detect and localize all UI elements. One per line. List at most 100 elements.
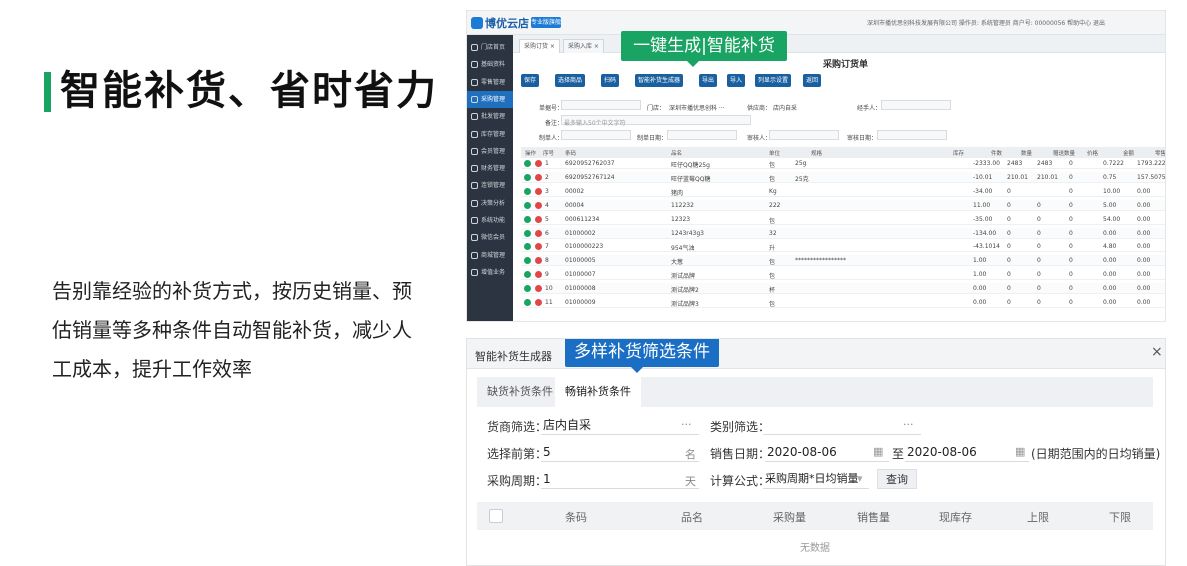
smart-replenish-button[interactable]: 智能补货生成器 [635, 74, 684, 87]
col-lower-limit[interactable]: 下限 [1109, 509, 1131, 525]
table-row[interactable]: 8 01000005 大葱 包 ***************** 1.00 0 0 0 0.00… [521, 255, 1165, 267]
add-row-icon[interactable] [524, 243, 531, 251]
query-button[interactable]: 查询 [877, 469, 917, 489]
sidebar-item-0[interactable]: 门店首页 [467, 39, 513, 56]
add-row-icon[interactable] [524, 187, 531, 195]
chevron-down-icon[interactable]: ▾ [857, 472, 863, 485]
col-name[interactable]: 品名 [681, 509, 703, 525]
sidebar-item-11[interactable]: 微信会员 [467, 229, 513, 246]
tab-bestseller-conditions[interactable]: 畅销补货条件 [555, 377, 641, 407]
calendar-icon[interactable]: ▦ [873, 445, 883, 458]
supplier-more-icon[interactable]: ··· [681, 418, 692, 431]
category-more-icon[interactable]: ··· [903, 418, 914, 431]
import-button[interactable]: 导入 [727, 74, 746, 87]
sidebar-item-6[interactable]: 会员管理 [467, 143, 513, 160]
period-input[interactable]: 1 [541, 469, 699, 489]
column-settings-button[interactable]: 列显示设置 [755, 74, 792, 87]
add-row-icon[interactable] [524, 229, 531, 237]
sidebar-item-10[interactable]: 系统功能 [467, 212, 513, 229]
export-button[interactable]: 导出 [699, 74, 718, 87]
col-header[interactable]: 件数 [991, 149, 1002, 157]
add-row-icon[interactable] [524, 160, 531, 167]
add-row-icon[interactable] [524, 173, 531, 181]
table-row[interactable]: 5 000611234 12323 包 -35.00 0 0 0 54.00 0.00 [521, 214, 1165, 225]
order-no-field[interactable] [561, 100, 641, 110]
date-from-input[interactable]: 2020-08-06 [765, 442, 889, 462]
add-row-icon[interactable] [524, 257, 531, 265]
add-row-icon[interactable] [524, 215, 531, 223]
add-row-icon[interactable] [524, 271, 531, 279]
add-row-icon[interactable] [524, 285, 531, 293]
col-header[interactable]: 单位 [769, 149, 780, 157]
supplier-filter-input[interactable]: 店内自采 [541, 415, 699, 435]
col-header[interactable]: 条码 [565, 149, 576, 157]
col-header[interactable]: 零售 [1155, 149, 1165, 157]
table-row[interactable]: 3 00002 猪肉 Kg -34.00 0 0 10.00 0.00 [521, 186, 1165, 197]
table-row[interactable]: 6 01000002 1243r43g3 32 -134.00 0 0 0 0.00 0.00 [521, 227, 1165, 239]
sidebar-item-1[interactable]: 基础资料 [467, 56, 513, 73]
date-to-input[interactable]: 2020-08-06 [905, 442, 1029, 462]
col-header[interactable]: 价格 [1087, 149, 1098, 157]
table-row[interactable]: 10 01000008 测试品牌2 杯 0.00 0 0 0 0.00 0.00 [521, 283, 1165, 295]
remove-row-icon[interactable] [535, 285, 542, 293]
scan-button[interactable]: 扫码 [601, 74, 620, 87]
col-header[interactable]: 品名 [671, 149, 682, 157]
make-date-field[interactable] [667, 130, 737, 140]
audit-date-field[interactable] [877, 130, 947, 140]
remove-row-icon[interactable] [535, 160, 542, 167]
remove-row-icon[interactable] [535, 243, 542, 251]
table-row[interactable]: 7 0100000223 954气油 升 -43.1014 0 0 0 4.80 0.00 [521, 241, 1165, 253]
calendar-icon-2[interactable]: ▦ [1015, 445, 1025, 458]
col-header[interactable]: 库存 [953, 149, 964, 157]
remove-row-icon[interactable] [535, 187, 542, 195]
sidebar-item-9[interactable]: 决策分析 [467, 195, 513, 212]
sidebar-item-2[interactable]: 零售管理 [467, 74, 513, 91]
col-header[interactable]: 赠送数量 [1053, 149, 1075, 157]
store-field[interactable]: 深圳市播优思创科 ··· [669, 103, 725, 112]
col-stock[interactable]: 现库存 [939, 509, 972, 525]
table-row[interactable]: 2 6920952767124 旺仔蓝莓QQ糖 包 25克 -10.01 210.01 210… [521, 171, 1165, 183]
table-row[interactable]: 11 01000009 测试品牌3 包 0.00 0 0 0 0.00 0.00 [521, 297, 1165, 308]
tab-purchase-receipt[interactable]: 采购入库 × [563, 39, 604, 53]
col-header[interactable]: 金额 [1123, 149, 1134, 157]
tab-stockout-conditions[interactable]: 缺货补货条件 [477, 377, 563, 407]
col-header[interactable]: 规格 [811, 149, 822, 157]
add-row-icon[interactable] [524, 201, 531, 209]
formula-select[interactable]: 采购周期*日均销量 [763, 469, 869, 489]
close-icon[interactable]: × [1151, 344, 1163, 360]
col-sales-qty[interactable]: 销售量 [857, 509, 890, 525]
col-header[interactable]: 操作 [525, 149, 536, 157]
maker-field[interactable] [561, 130, 631, 140]
remove-row-icon[interactable] [535, 201, 542, 209]
col-barcode[interactable]: 条码 [565, 509, 587, 525]
table-row[interactable]: 1 6920952762037 旺仔QQ糖25g 包 25g -2333.00 2483 24… [521, 158, 1165, 169]
col-header[interactable]: 序号 [543, 149, 554, 157]
tab-purchase-order[interactable]: 采购订货 × [519, 39, 560, 53]
sidebar-item-3[interactable]: 采购管理 [467, 90, 513, 108]
sidebar-item-5[interactable]: 库存管理 [467, 126, 513, 143]
table-row[interactable]: 4 00004 112232 222 11.00 0 0 0 5.00 0.00 [521, 199, 1165, 211]
save-button[interactable]: 保存 [521, 74, 540, 87]
remove-row-icon[interactable] [535, 257, 542, 265]
back-button[interactable]: 返回 [803, 74, 822, 87]
account-info[interactable]: 深圳市播优思创科技发展有限公司 操作员: 系统管理员 商户号: 00000056… [867, 18, 1105, 27]
col-upper-limit[interactable]: 上限 [1027, 509, 1049, 525]
select-goods-button[interactable]: 选择商品 [555, 74, 586, 87]
add-row-icon[interactable] [524, 299, 531, 306]
auditor-field[interactable] [769, 130, 839, 140]
table-row[interactable]: 9 01000007 测试品牌 包 1.00 0 0 0 0.00 0.00 [521, 269, 1165, 281]
remove-row-icon[interactable] [535, 299, 542, 306]
supplier-field[interactable]: 店内自采 [773, 103, 797, 112]
select-all-checkbox[interactable] [489, 509, 503, 523]
sidebar-item-7[interactable]: 财务管理 [467, 160, 513, 177]
sidebar-item-12[interactable]: 商城管理 [467, 247, 513, 264]
col-purchase-qty[interactable]: 采购量 [773, 509, 806, 525]
sidebar-item-4[interactable]: 批发管理 [467, 108, 513, 125]
sidebar-item-13[interactable]: 增值业务 [467, 264, 513, 281]
top-n-input[interactable]: 5 [541, 442, 699, 462]
remove-row-icon[interactable] [535, 215, 542, 223]
remove-row-icon[interactable] [535, 271, 542, 279]
col-header[interactable]: 数量 [1021, 149, 1032, 157]
sidebar-item-8[interactable]: 连锁管理 [467, 177, 513, 194]
handler-field[interactable] [881, 100, 951, 110]
